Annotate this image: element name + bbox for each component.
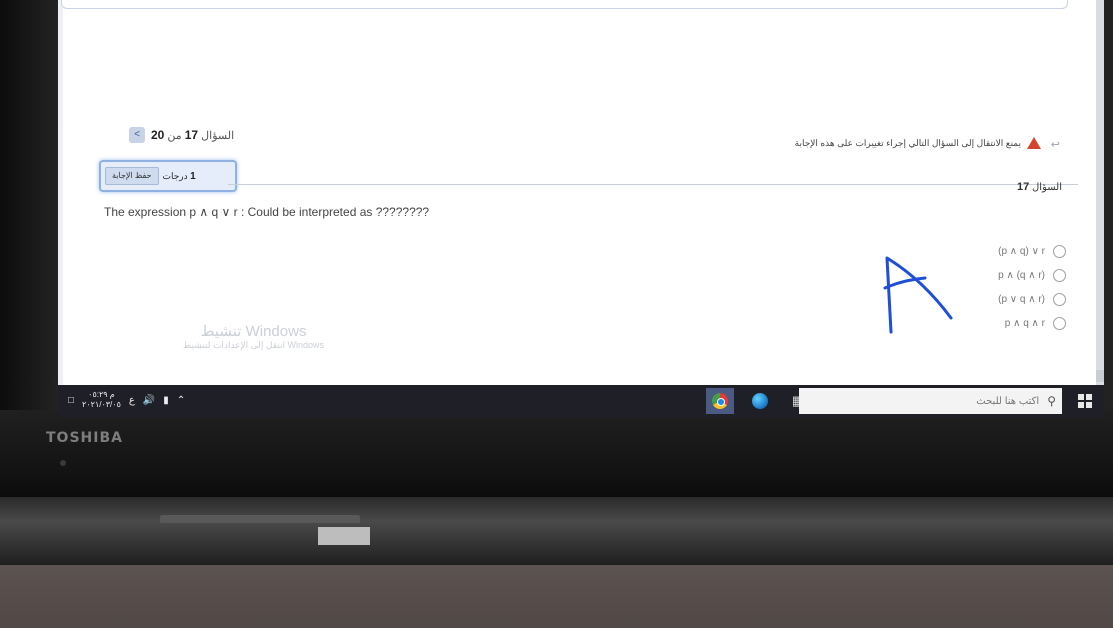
question-info-box: حفظ الإجابة 1 درجات [99, 160, 237, 192]
activation-subtitle: انتقل إلى الإعدادات لتنشيط Windows [183, 340, 325, 350]
search-icon: ⚲ [1047, 394, 1056, 408]
answer-option[interactable]: (p ∨ q ∧ r) [998, 288, 1066, 310]
option-label: (p ∨ q ∧ r) [998, 293, 1045, 305]
laptop-sticker [318, 527, 370, 545]
activation-title: تنشيط Windows [200, 323, 307, 340]
warning-icon [1027, 137, 1041, 149]
edge-icon [752, 393, 768, 409]
option-radio[interactable] [1053, 292, 1066, 306]
question-label: السؤال [1032, 182, 1062, 193]
hinge-vent [160, 515, 360, 523]
clock-date: ٢٠٢١/٠٣/٠٥ [82, 400, 121, 409]
option-label: p ∧ (q ∧ r) [998, 269, 1045, 281]
laptop-hinge [0, 497, 1113, 567]
question-number: 17 [1017, 181, 1030, 193]
clock-time: م ٠٥:٢٩ [88, 390, 115, 399]
page-scrollbar[interactable] [1096, 0, 1104, 385]
save-answer-button[interactable]: حفظ الإجابة [105, 167, 159, 185]
laptop-brand-logo: TOSHIBA [46, 430, 123, 446]
back-arrow-icon: ↩ [1050, 139, 1060, 151]
option-label: (p ∧ q) ∨ r [998, 245, 1045, 257]
chrome-icon [712, 393, 728, 409]
power-indicator [60, 460, 66, 466]
laptop-bezel [0, 410, 1113, 505]
counter-prefix: السؤال [201, 130, 235, 142]
edge-taskbar-button[interactable] [746, 388, 774, 414]
question-text: The expression p ∧ q ∨ r : Could be inte… [104, 205, 430, 219]
answer-option[interactable]: (p ∧ q) ∨ r [998, 240, 1066, 262]
scroll-down-arrow[interactable] [1096, 370, 1104, 382]
answer-option[interactable]: p ∧ (q ∧ r) [998, 264, 1066, 286]
counter-current: 17 [184, 128, 199, 142]
question-title: السؤال 17 [1017, 181, 1062, 193]
navigation-warning: يمنع الانتقال إلى السؤال التالي إجراء تغ… [795, 137, 1041, 149]
question-counter: السؤال 17 من 20 [151, 128, 234, 142]
option-radio[interactable] [1053, 244, 1066, 258]
system-tray: □ م ٠٥:٢٩ ٢٠٢١/٠٣/٠٥ ع 🔊 ▮ ⌃ [68, 390, 185, 410]
volume-icon[interactable]: 🔊 [143, 395, 155, 406]
battery-icon[interactable]: ▮ [163, 395, 169, 406]
chevron-up-icon[interactable]: ⌃ [177, 395, 185, 406]
screen: < السؤال 17 من 20 ↩ يمنع الانتقال إلى ال… [58, 0, 1104, 385]
counter-of: من [167, 130, 182, 142]
windows-taskbar: □ م ٠٥:٢٩ ٢٠٢١/٠٣/٠٥ ع 🔊 ▮ ⌃ ▦ اكتب هنا … [58, 385, 1104, 418]
input-language[interactable]: ع [129, 395, 135, 406]
option-radio[interactable] [1053, 268, 1066, 282]
answer-option[interactable]: p ∧ q ∧ r [998, 312, 1066, 334]
grade-unit: درجات [162, 170, 188, 181]
windows-start-icon[interactable] [1078, 394, 1092, 408]
answer-options: (p ∧ q) ∨ r p ∧ (q ∧ r) (p ∨ q ∧ r) p ∧ … [998, 240, 1066, 336]
previous-question-card [61, 0, 1068, 9]
counter-total: 20 [151, 128, 165, 142]
taskbar-search-box[interactable]: اكتب هنا للبحث ⚲ [799, 388, 1062, 414]
question-grade: 1 درجات [163, 171, 196, 182]
laptop-left-frame [0, 0, 60, 420]
warning-text: يمنع الانتقال إلى السؤال التالي إجراء تغ… [794, 137, 1021, 148]
question-header-divider [228, 184, 1078, 185]
clock[interactable]: م ٠٥:٢٩ ٢٠٢١/٠٣/٠٥ [82, 390, 121, 410]
question-navigation: < السؤال 17 من 20 [129, 127, 234, 143]
option-radio[interactable] [1053, 316, 1066, 330]
search-placeholder: اكتب هنا للبحث [976, 395, 1040, 407]
chrome-taskbar-button[interactable] [706, 388, 734, 414]
desk-surface [0, 565, 1113, 628]
handwritten-a-mark [883, 256, 953, 334]
action-center-icon[interactable]: □ [68, 395, 74, 406]
quiz-page: < السؤال 17 من 20 ↩ يمنع الانتقال إلى ال… [61, 0, 1096, 385]
windows-activation-watermark: تنشيط Windows انتقل إلى الإعدادات لتنشيط… [183, 322, 324, 351]
previous-question-button[interactable]: < [129, 127, 145, 143]
option-label: p ∧ q ∧ r [1004, 317, 1045, 329]
grade-value: 1 [190, 170, 196, 182]
